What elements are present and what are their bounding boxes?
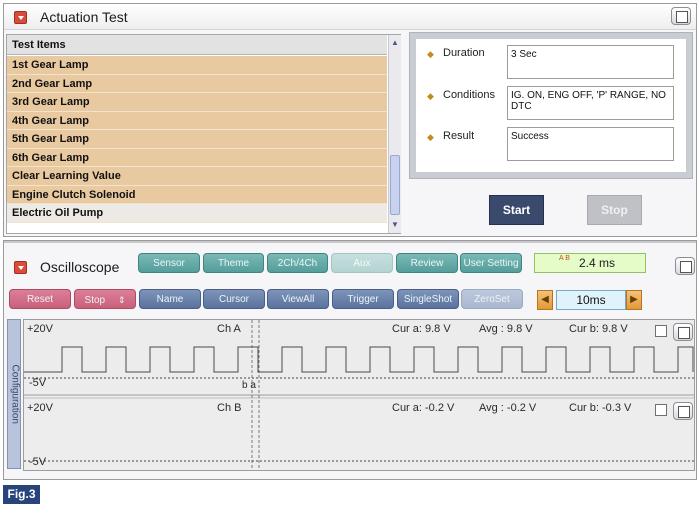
singleshot-button[interactable]: SingleShot bbox=[397, 289, 459, 309]
conditions-value: IG. ON, ENG OFF, 'P' RANGE, NO DTC bbox=[507, 86, 674, 120]
timebase-display: 10ms bbox=[556, 290, 626, 310]
cursor-delta-value: 2.4 ms bbox=[579, 256, 616, 270]
list-item-selected[interactable]: Electric Oil Pump bbox=[7, 204, 387, 223]
list-item[interactable]: 6th Gear Lamp bbox=[7, 148, 387, 167]
cursor-delta-display: A B 2.4 ms bbox=[534, 253, 646, 273]
theme-button[interactable]: Theme bbox=[203, 253, 264, 273]
scroll-down-icon[interactable]: ▼ bbox=[389, 219, 401, 231]
test-detail-box: ◆ Duration 3 Sec ◆ Conditions IG. ON, EN… bbox=[409, 32, 693, 179]
list-item[interactable]: 4th Gear Lamp bbox=[7, 111, 387, 130]
window-toggle-icon[interactable] bbox=[675, 257, 695, 275]
list-item[interactable]: 2nd Gear Lamp bbox=[7, 74, 387, 93]
stop-scope-label: Stop bbox=[84, 295, 106, 306]
test-items-list: Test Items 1st Gear Lamp 2nd Gear Lamp 3… bbox=[6, 34, 401, 234]
scroll-thumb[interactable] bbox=[390, 155, 400, 215]
configuration-tab-label: Configuration bbox=[9, 364, 21, 424]
cha-average: Avg : 9.8 V bbox=[479, 323, 533, 335]
actuation-test-panel: Actuation Test Test Items 1st Gear Lamp … bbox=[3, 3, 697, 237]
list-rows: 1st Gear Lamp 2nd Gear Lamp 3rd Gear Lam… bbox=[7, 56, 387, 223]
list-item[interactable]: Clear Learning Value bbox=[7, 167, 387, 186]
chb-checkbox[interactable] bbox=[655, 404, 667, 416]
reset-button[interactable]: Reset bbox=[9, 289, 71, 309]
timebase-left-icon[interactable]: ◀ bbox=[537, 290, 553, 310]
result-value: Success bbox=[507, 127, 674, 161]
scope-display: +20V -5V Ch A b a Cur a: 9.8 V Avg : 9.8… bbox=[23, 319, 695, 471]
name-button[interactable]: Name bbox=[139, 289, 201, 309]
screen: Actuation Test Test Items 1st Gear Lamp … bbox=[0, 0, 700, 506]
cha-cursor-b: Cur b: 9.8 V bbox=[569, 323, 628, 335]
chb-vmin-label: -5V bbox=[29, 456, 47, 468]
cha-cursor-a: Cur a: 9.8 V bbox=[392, 323, 451, 335]
aux-button[interactable]: Aux bbox=[331, 253, 393, 273]
oscilloscope-panel: Oscilloscope Sensor Theme 2Ch/4Ch Aux Re… bbox=[3, 240, 697, 480]
configuration-tab[interactable]: Configuration bbox=[7, 319, 21, 469]
cursor-delta-icon: A B bbox=[559, 255, 570, 262]
cha-vmax-label: +20V bbox=[27, 323, 53, 335]
result-label: Result bbox=[443, 130, 475, 142]
list-item[interactable]: 3rd Gear Lamp bbox=[7, 93, 387, 112]
chb-cursor-a: Cur a: -0.2 V bbox=[392, 402, 455, 414]
updown-icon: ⇕ bbox=[117, 295, 126, 305]
stop-scope-button[interactable]: Stop ⇕ bbox=[74, 289, 136, 309]
viewall-button[interactable]: ViewAll bbox=[267, 289, 329, 309]
timebase-right-icon[interactable]: ▶ bbox=[626, 290, 642, 310]
bullet-icon: ◆ bbox=[427, 49, 434, 59]
list-item[interactable]: 5th Gear Lamp bbox=[7, 130, 387, 149]
chb-average: Avg : -0.2 V bbox=[479, 402, 537, 414]
list-item[interactable]: 1st Gear Lamp bbox=[7, 56, 387, 75]
start-button[interactable]: Start bbox=[489, 195, 544, 225]
panel-title: Oscilloscope bbox=[40, 259, 120, 275]
list-scrollbar[interactable]: ▲ ▼ bbox=[388, 35, 401, 233]
list-item[interactable]: Engine Clutch Solenoid bbox=[7, 185, 387, 204]
panel-title: Actuation Test bbox=[40, 9, 128, 25]
chb-expand-icon[interactable] bbox=[673, 402, 693, 420]
collapse-icon[interactable] bbox=[14, 11, 27, 24]
list-header: Test Items bbox=[7, 35, 387, 55]
sensor-button[interactable]: Sensor bbox=[138, 253, 200, 273]
cursor-button[interactable]: Cursor bbox=[203, 289, 265, 309]
collapse-icon[interactable] bbox=[14, 261, 27, 274]
duration-label: Duration bbox=[443, 47, 485, 59]
channel-mode-button[interactable]: 2Ch/4Ch bbox=[267, 253, 328, 273]
chb-cursor-b: Cur b: -0.3 V bbox=[569, 402, 632, 414]
review-button[interactable]: Review bbox=[396, 253, 458, 273]
panel-divider bbox=[4, 241, 696, 243]
scroll-up-icon[interactable]: ▲ bbox=[389, 37, 401, 49]
test-detail-inner: ◆ Duration 3 Sec ◆ Conditions IG. ON, EN… bbox=[416, 39, 686, 172]
cha-vmin-label: -5V bbox=[29, 377, 47, 389]
chb-name: Ch B bbox=[217, 402, 242, 414]
conditions-label: Conditions bbox=[443, 89, 495, 101]
duration-value: 3 Sec bbox=[507, 45, 674, 79]
cursor-marker: b a bbox=[242, 380, 256, 391]
user-setting-button[interactable]: User Setting bbox=[460, 253, 522, 273]
scope-traces bbox=[24, 320, 694, 470]
figure-label: Fig.3 bbox=[3, 485, 40, 504]
cha-name: Ch A bbox=[217, 323, 241, 335]
zeroset-button[interactable]: ZeroSet bbox=[461, 289, 523, 309]
trigger-button[interactable]: Trigger bbox=[332, 289, 394, 309]
cha-expand-icon[interactable] bbox=[673, 323, 693, 341]
chb-vmax-label: +20V bbox=[27, 402, 53, 414]
stop-button-disabled[interactable]: Stop bbox=[587, 195, 642, 225]
actuation-header: Actuation Test bbox=[4, 4, 696, 30]
bullet-icon: ◆ bbox=[427, 91, 434, 101]
cha-checkbox[interactable] bbox=[655, 325, 667, 337]
bullet-icon: ◆ bbox=[427, 132, 434, 142]
window-toggle-icon[interactable] bbox=[671, 7, 691, 25]
